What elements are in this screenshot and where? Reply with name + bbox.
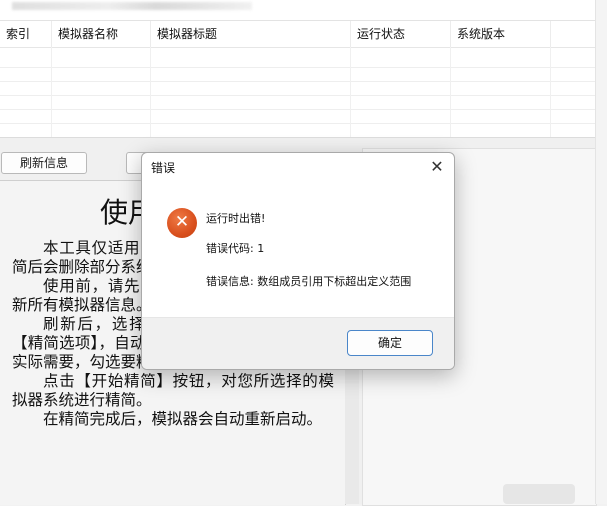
right-panel-scroll-thumb[interactable] — [503, 484, 575, 504]
column-header-title[interactable]: 模拟器标题 — [151, 21, 351, 47]
error-info-line: 错误信息: 数组成员引用下标超出定义范围 — [206, 275, 412, 288]
table-row-divider — [0, 109, 607, 110]
dialog-title: 错误 — [151, 161, 176, 175]
error-x-glyph: ✕ — [174, 212, 190, 232]
close-icon[interactable]: ✕ — [426, 156, 448, 178]
window-scrollbar[interactable] — [595, 0, 607, 504]
error-message-line: 运行时出错! — [206, 212, 266, 225]
instructions-paragraph: 在精简完成后，模拟器会自动重新启动。 — [43, 410, 323, 428]
table-row-divider — [0, 67, 607, 68]
column-header-name[interactable]: 模拟器名称 — [52, 21, 151, 47]
instructions-paragraph: 点击【开始精简】按钮，对您所选择的模拟器系统进行精简。 — [12, 372, 334, 409]
blurred-title — [12, 2, 252, 10]
table-row-divider — [0, 95, 607, 96]
table-col-divider — [450, 47, 451, 137]
column-header-version[interactable]: 系统版本 — [451, 21, 551, 47]
refresh-info-button[interactable]: 刷新信息 — [1, 152, 87, 174]
table-col-divider — [150, 47, 151, 137]
emulator-table[interactable]: 索引 模拟器名称 模拟器标题 运行状态 系统版本 — [0, 21, 607, 138]
dialog-footer: 确定 — [142, 317, 454, 369]
table-row-divider — [0, 123, 607, 124]
ok-button[interactable]: 确定 — [347, 330, 433, 356]
column-header-index[interactable]: 索引 — [0, 21, 52, 47]
column-header-status[interactable]: 运行状态 — [351, 21, 451, 47]
error-code-line: 错误代码: 1 — [206, 242, 265, 255]
error-icon: ✕ — [167, 208, 197, 238]
error-dialog: 错误 ✕ ✕ 运行时出错! 错误代码: 1 错误信息: 数组成员引用下标超出定义… — [141, 152, 455, 370]
table-col-divider — [550, 47, 551, 137]
table-row-divider — [0, 81, 607, 82]
table-col-divider — [350, 47, 351, 137]
table-header: 索引 模拟器名称 模拟器标题 运行状态 系统版本 — [0, 21, 607, 48]
window-title-bar — [0, 0, 607, 21]
table-col-divider — [51, 47, 52, 137]
